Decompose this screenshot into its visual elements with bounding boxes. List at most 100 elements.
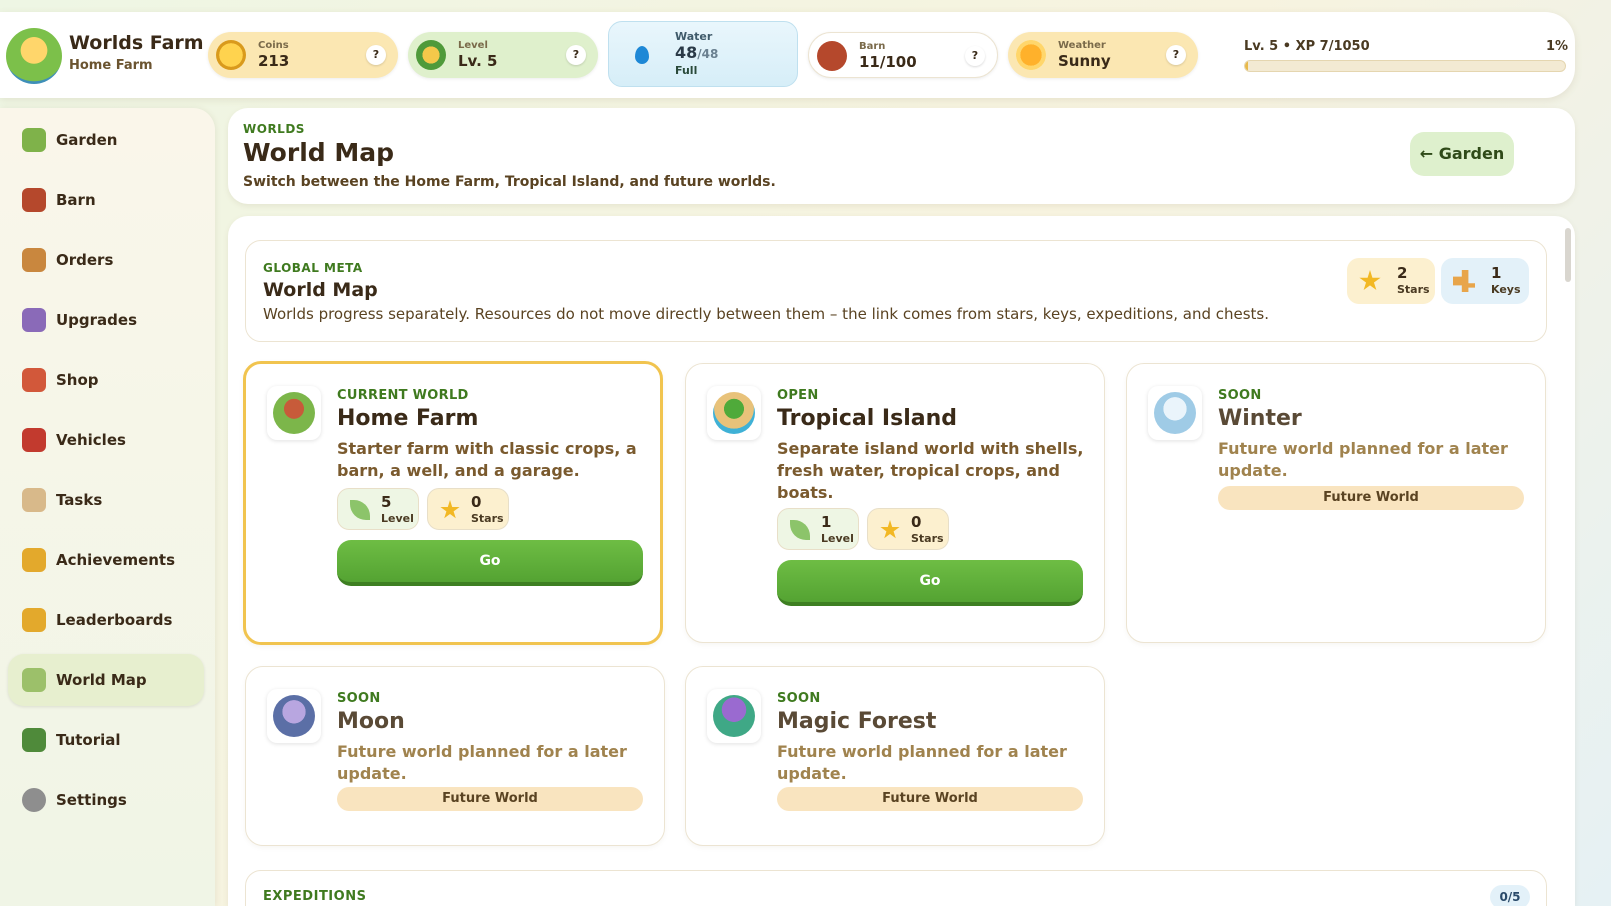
water-status: Full bbox=[675, 64, 698, 77]
world-title: Home Farm bbox=[337, 406, 479, 431]
weather-label: Weather bbox=[1058, 40, 1106, 51]
expeditions-label: EXPEDITIONS bbox=[263, 889, 367, 904]
water-drop-icon bbox=[635, 46, 649, 64]
meta-eyebrow: GLOBAL META bbox=[263, 261, 363, 275]
sidebar-item-shop[interactable]: Shop bbox=[8, 354, 204, 406]
app-subtitle: Home Farm bbox=[69, 58, 153, 73]
shop-icon bbox=[22, 368, 46, 392]
global-meta-card: GLOBAL META World Map Worlds progress se… bbox=[245, 240, 1547, 342]
xp-percent: 1% bbox=[1546, 39, 1569, 54]
meta-title: World Map bbox=[263, 279, 378, 301]
sidebar-item-world-map[interactable]: World Map bbox=[8, 654, 204, 706]
world-description: Future world planned for a later update. bbox=[1218, 439, 1508, 480]
sidebar-item-tutorial[interactable]: Tutorial bbox=[8, 714, 204, 766]
sidebar-item-label: Barn bbox=[56, 191, 96, 209]
sidebar-item-label: Leaderboards bbox=[56, 611, 173, 629]
magic-forest-icon bbox=[707, 689, 761, 743]
barn-icon bbox=[817, 41, 847, 71]
xp-progress-fill bbox=[1245, 61, 1249, 71]
level-value: Lv. 5 bbox=[458, 52, 498, 70]
sidebar-item-tasks[interactable]: Tasks bbox=[8, 474, 204, 526]
leaf-icon bbox=[790, 520, 810, 540]
world-status: OPEN bbox=[777, 388, 819, 403]
sidebar-item-label: Upgrades bbox=[56, 311, 138, 329]
keys-label: Keys bbox=[1491, 283, 1521, 296]
gear-icon bbox=[22, 788, 46, 812]
world-stars-value: 0 bbox=[471, 493, 482, 511]
keys-count: 1 bbox=[1491, 264, 1502, 282]
sidebar-item-label: World Map bbox=[56, 671, 147, 689]
sidebar-item-orders[interactable]: Orders bbox=[8, 234, 204, 286]
sidebar-item-barn[interactable]: Barn bbox=[8, 174, 204, 226]
world-card-tropical-island: OPEN Tropical Island Separate island wor… bbox=[685, 363, 1105, 643]
leaf-icon bbox=[350, 500, 370, 520]
world-card-winter: SOON Winter Future world planned for a l… bbox=[1126, 363, 1546, 643]
weather-value: Sunny bbox=[1058, 52, 1111, 70]
scrollbar-thumb[interactable] bbox=[1565, 228, 1571, 282]
world-status: SOON bbox=[337, 691, 381, 706]
barn-label: Barn bbox=[859, 41, 886, 52]
sidebar-item-vehicles[interactable]: Vehicles bbox=[8, 414, 204, 466]
home-farm-icon bbox=[267, 386, 321, 440]
xp-progress-bar bbox=[1244, 60, 1566, 72]
future-world-pill: Future World bbox=[337, 787, 643, 811]
world-map-panel: GLOBAL META World Map Worlds progress se… bbox=[228, 216, 1575, 906]
farm-logo-icon bbox=[6, 28, 62, 84]
sidebar-item-settings[interactable]: Settings bbox=[8, 774, 204, 826]
page-title: World Map bbox=[243, 138, 395, 167]
level-shield-icon bbox=[416, 40, 446, 70]
expeditions-card: EXPEDITIONS 0/5 bbox=[245, 870, 1547, 906]
sidebar-item-label: Vehicles bbox=[56, 431, 126, 449]
world-level-value: 1 bbox=[821, 513, 832, 531]
world-level-stat: 5 Level bbox=[337, 488, 419, 530]
book-icon bbox=[22, 728, 46, 752]
scrollbar[interactable] bbox=[1565, 220, 1571, 900]
garden-icon bbox=[22, 128, 46, 152]
tropical-island-icon bbox=[707, 386, 761, 440]
go-tropical-island-button[interactable]: Go bbox=[777, 560, 1083, 606]
world-level-label: Level bbox=[821, 532, 854, 545]
world-stars-value: 0 bbox=[911, 513, 922, 531]
sidebar-item-label: Achievements bbox=[56, 551, 176, 569]
world-status: SOON bbox=[777, 691, 821, 706]
trophy-icon bbox=[22, 608, 46, 632]
sidebar-item-upgrades[interactable]: Upgrades bbox=[8, 294, 204, 346]
page-description: Switch between the Home Farm, Tropical I… bbox=[243, 174, 776, 190]
world-status: SOON bbox=[1218, 388, 1262, 403]
meta-description: Worlds progress separately. Resources do… bbox=[263, 305, 1270, 323]
sidebar-item-leaderboards[interactable]: Leaderboards bbox=[8, 594, 204, 646]
water-label: Water bbox=[675, 30, 713, 43]
go-home-farm-button[interactable]: Go bbox=[337, 540, 643, 586]
truck-icon bbox=[22, 428, 46, 452]
moon-icon bbox=[267, 689, 321, 743]
weather-help-button[interactable]: ? bbox=[1166, 45, 1186, 65]
world-card-moon: SOON Moon Future world planned for a lat… bbox=[245, 666, 665, 846]
world-status: CURRENT WORLD bbox=[337, 388, 469, 403]
coins-help-button[interactable]: ? bbox=[366, 45, 386, 65]
world-title: Winter bbox=[1218, 406, 1302, 431]
stars-count: 2 bbox=[1397, 264, 1408, 282]
barn-help-button[interactable]: ? bbox=[965, 46, 985, 66]
sidebar-item-label: Orders bbox=[56, 251, 114, 269]
world-card-home-farm: CURRENT WORLD Home Farm Starter farm wit… bbox=[243, 361, 663, 645]
water-stat: Water 48/48 Full bbox=[608, 21, 798, 87]
page-header: WORLDS World Map Switch between the Home… bbox=[228, 108, 1575, 204]
sidebar-item-achievements[interactable]: Achievements bbox=[8, 534, 204, 586]
clipboard-icon bbox=[22, 488, 46, 512]
winter-icon bbox=[1148, 386, 1202, 440]
world-level-label: Level bbox=[381, 512, 414, 525]
key-icon bbox=[1453, 270, 1475, 292]
sidebar-item-garden[interactable]: Garden bbox=[8, 114, 204, 166]
star-icon bbox=[1359, 270, 1381, 291]
app-title: Worlds Farm bbox=[69, 32, 204, 54]
level-help-button[interactable]: ? bbox=[566, 45, 586, 65]
world-title: Tropical Island bbox=[777, 406, 958, 431]
sun-icon bbox=[1016, 40, 1046, 70]
barn-icon bbox=[22, 188, 46, 212]
world-title: Magic Forest bbox=[777, 709, 937, 734]
expeditions-count: 0/5 bbox=[1490, 885, 1530, 906]
back-to-garden-button[interactable]: ← Garden bbox=[1410, 132, 1514, 176]
world-description: Future world planned for a later update. bbox=[337, 742, 627, 783]
sidebar: Garden Barn Orders Upgrades Shop Vehicle… bbox=[0, 108, 215, 906]
trophy-icon bbox=[22, 548, 46, 572]
